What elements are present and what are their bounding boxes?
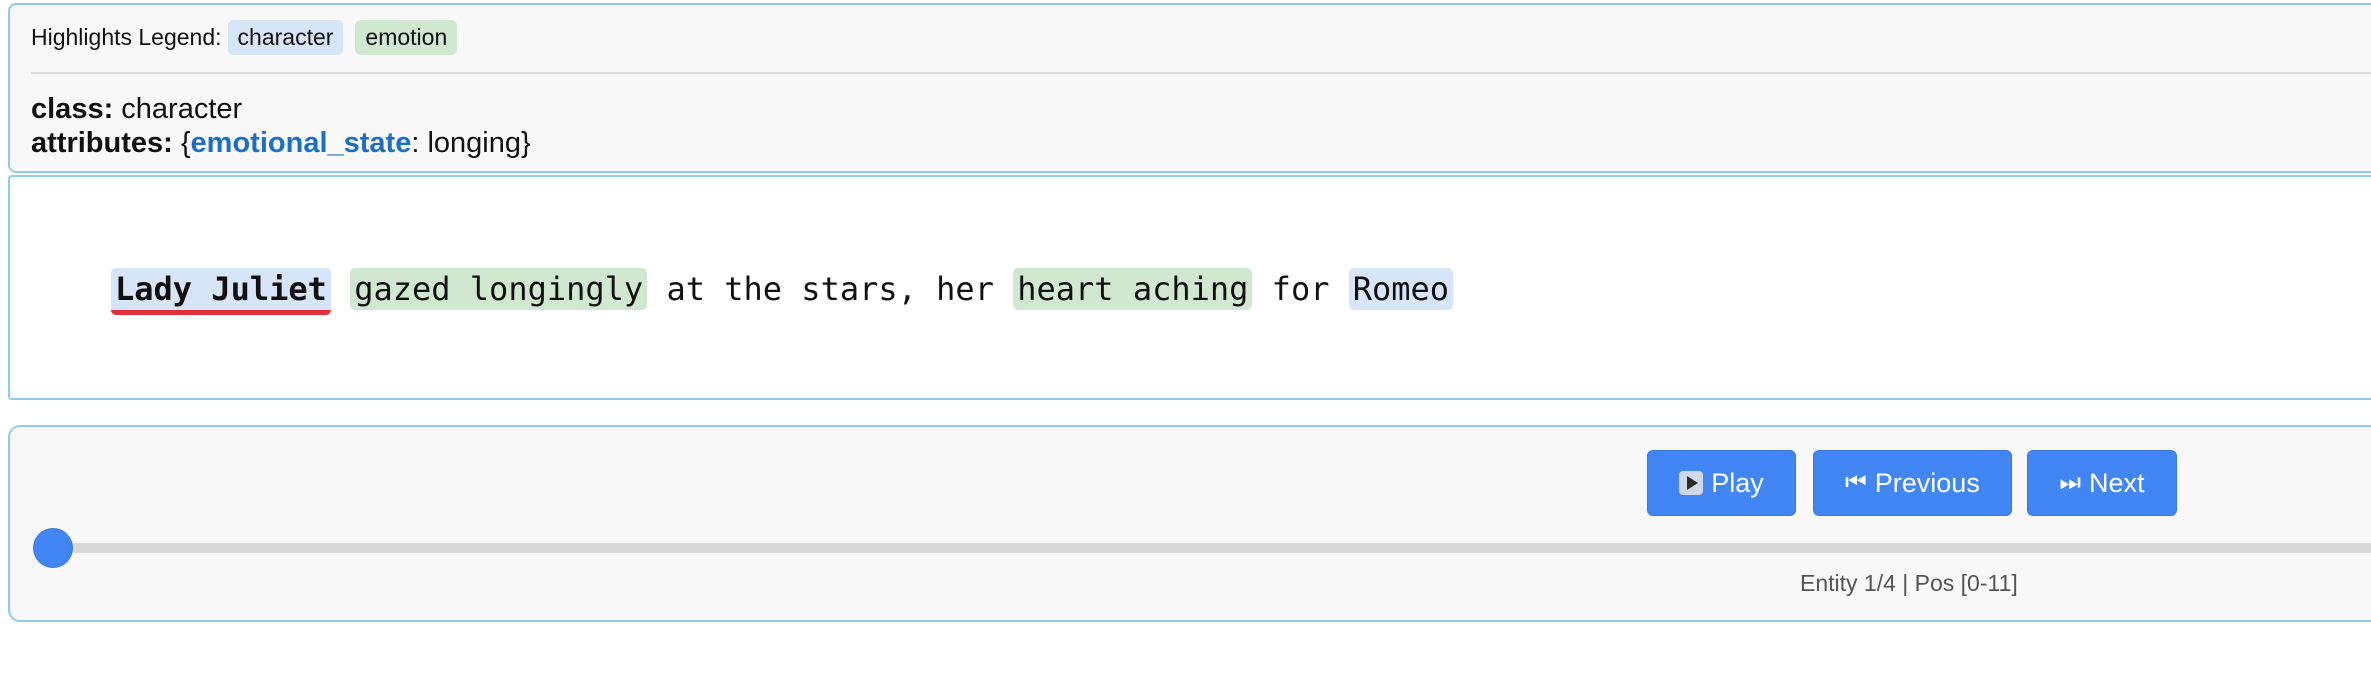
previous-button[interactable]: ⏮ Previous <box>1813 450 2012 516</box>
class-label: class: <box>31 93 114 125</box>
legend-chip-emotion: emotion <box>355 20 458 55</box>
play-button[interactable]: Play <box>1647 450 1796 516</box>
entity-romeo[interactable]: Romeo <box>1348 268 1454 310</box>
legend-title: Highlights Legend: <box>31 24 222 50</box>
next-label: Next <box>2089 467 2145 498</box>
class-line: class: character <box>31 93 242 126</box>
next-button[interactable]: ⏭ Next <box>2027 450 2177 516</box>
attr-separator: : <box>411 127 428 159</box>
entity-status: Entity 1/4 | Pos [0-11] <box>1800 570 2018 596</box>
attributes-panel: Highlights Legend: character emotion cla… <box>8 3 2371 173</box>
position-slider-track[interactable] <box>50 543 2371 553</box>
previous-label: Previous <box>1874 467 1980 498</box>
annotated-text-panel: Lady Juliet gazed longingly at the stars… <box>8 175 2371 400</box>
play-icon <box>1679 471 1704 495</box>
legend-divider <box>31 72 2371 74</box>
entity-lady-juliet[interactable]: Lady Juliet <box>111 268 331 315</box>
text-fragment: for <box>1252 270 1349 308</box>
text-fragment <box>331 270 350 308</box>
entity-heart-aching[interactable]: heart aching <box>1013 268 1253 310</box>
class-value: character <box>121 93 243 125</box>
play-label: Play <box>1711 467 1764 498</box>
skip-back-icon: ⏮ <box>1845 469 1867 496</box>
attribute-key: emotional_state <box>190 127 412 159</box>
skip-forward-icon: ⏭ <box>2059 469 2082 496</box>
text-fragment: at the stars, her <box>647 270 1014 308</box>
annotated-text: Lady Juliet gazed longingly at the stars… <box>111 267 1454 315</box>
attributes-line: attributes: {emotional_state: longing} <box>31 127 531 160</box>
highlights-legend: Highlights Legend: character emotion <box>31 20 458 55</box>
attributes-label: attributes: <box>31 127 173 159</box>
attr-close-brace: } <box>521 127 531 159</box>
legend-chip-character: character <box>227 20 344 55</box>
playback-controls-panel: Play ⏮ Previous ⏭ Next Entity 1/4 | Pos … <box>8 425 2371 622</box>
attribute-value: longing <box>427 127 521 159</box>
attr-open-brace: { <box>180 127 191 159</box>
entity-gazed-longingly[interactable]: gazed longingly <box>350 268 648 310</box>
position-slider-thumb[interactable] <box>34 529 72 567</box>
